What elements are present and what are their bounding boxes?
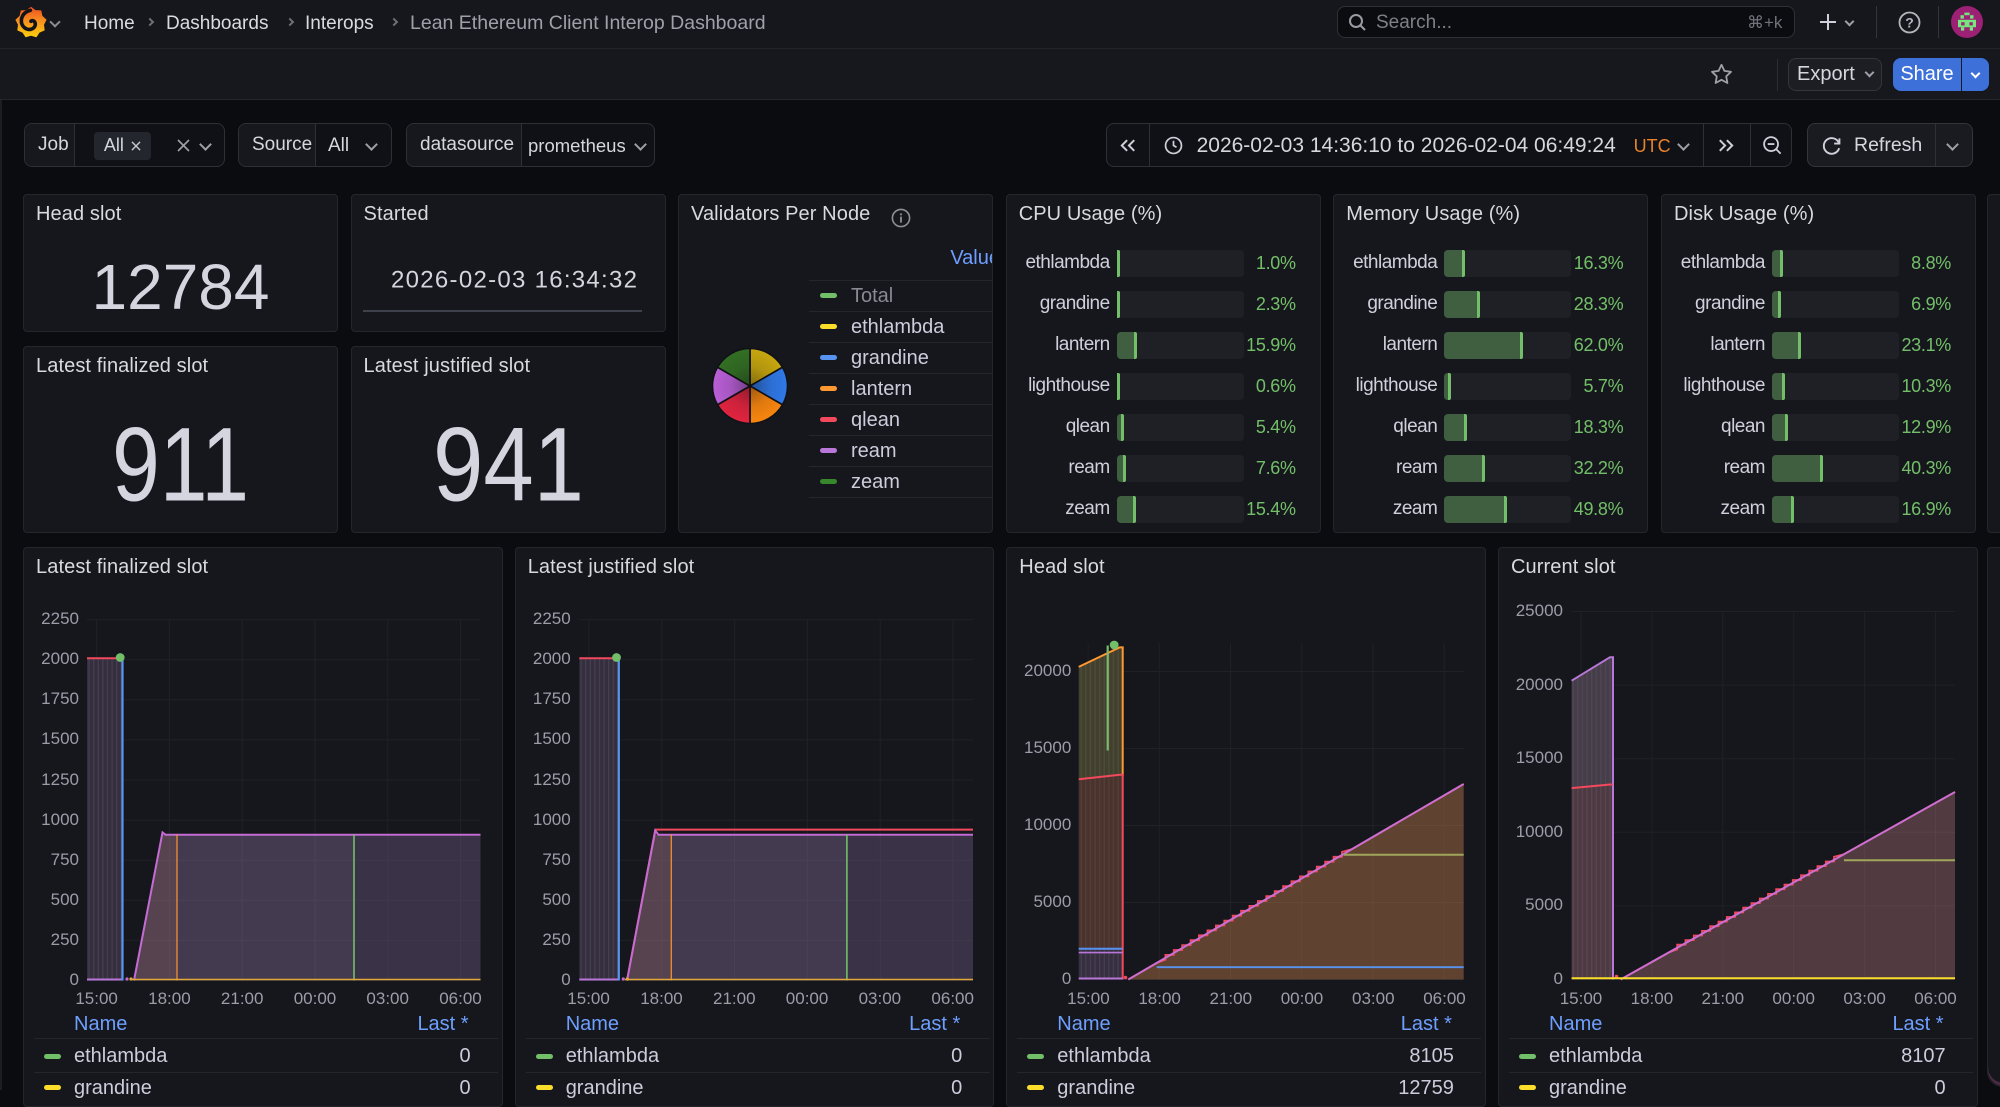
- svg-text:911: 911: [112, 407, 249, 524]
- svg-text:?: ?: [1905, 15, 1914, 31]
- svg-text:941: 941: [433, 407, 584, 524]
- svg-text:12784: 12784: [92, 251, 270, 323]
- svg-text:2026-02-03 16:34:32: 2026-02-03 16:34:32: [391, 266, 637, 293]
